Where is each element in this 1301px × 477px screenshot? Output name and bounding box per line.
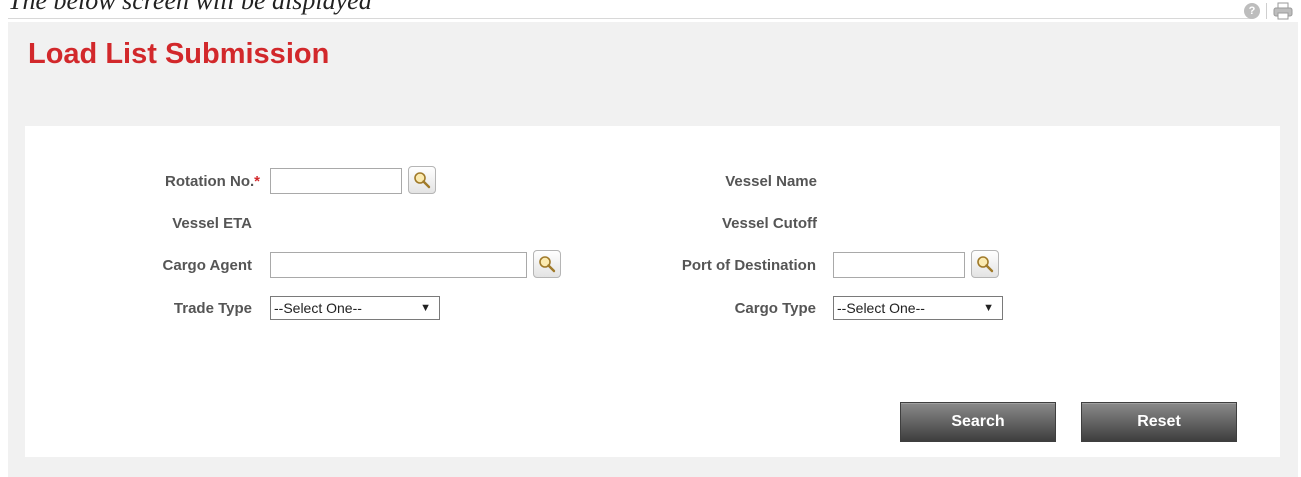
rotation-no-label: Rotation No.* — [165, 173, 260, 190]
vessel-name-label: Vessel Name — [725, 173, 817, 190]
print-icon[interactable] — [1273, 2, 1293, 20]
port-of-destination-input[interactable] — [833, 252, 965, 278]
trade-type-label: Trade Type — [173, 300, 252, 317]
trade-type-select[interactable]: --Select One-- ▼ — [270, 296, 440, 320]
dropdown-arrow-icon: ▼ — [420, 302, 431, 314]
divider — [8, 18, 1251, 19]
cargo-agent-input[interactable] — [270, 252, 527, 278]
trade-type-selected: --Select One-- — [274, 300, 362, 316]
vessel-cutoff-label: Vessel Cutoff — [721, 215, 817, 232]
document-caption: The below screen will be displayed — [8, 0, 372, 15]
rotation-no-input[interactable] — [270, 168, 402, 194]
port-of-destination-lookup-button[interactable] — [971, 250, 999, 278]
reset-button[interactable]: Reset — [1081, 402, 1237, 442]
search-form: Rotation No.* Vessel Name Vessel ETA Ves… — [25, 126, 1280, 457]
cargo-agent-lookup-button[interactable] — [533, 250, 561, 278]
cargo-type-label: Cargo Type — [734, 300, 816, 317]
magnifier-icon — [539, 256, 556, 273]
search-button[interactable]: Search — [900, 402, 1056, 442]
dropdown-arrow-icon: ▼ — [983, 302, 994, 314]
magnifier-icon — [414, 172, 431, 189]
cargo-type-select[interactable]: --Select One-- ▼ — [833, 296, 1003, 320]
page-panel: Load List Submission Rotation No.* Vesse… — [8, 22, 1298, 477]
page-title: Load List Submission — [28, 38, 330, 70]
vessel-eta-label: Vessel ETA — [172, 215, 252, 232]
cargo-type-selected: --Select One-- — [837, 300, 925, 316]
required-mark: * — [254, 173, 260, 190]
cargo-agent-label: Cargo Agent — [162, 257, 252, 274]
help-icon[interactable]: ? — [1244, 3, 1260, 19]
rotation-no-lookup-button[interactable] — [408, 166, 436, 194]
toolbar-icons: ? — [1244, 2, 1293, 20]
port-of-destination-label: Port of Destination — [681, 257, 816, 274]
magnifier-icon — [977, 256, 994, 273]
divider — [1266, 3, 1267, 19]
